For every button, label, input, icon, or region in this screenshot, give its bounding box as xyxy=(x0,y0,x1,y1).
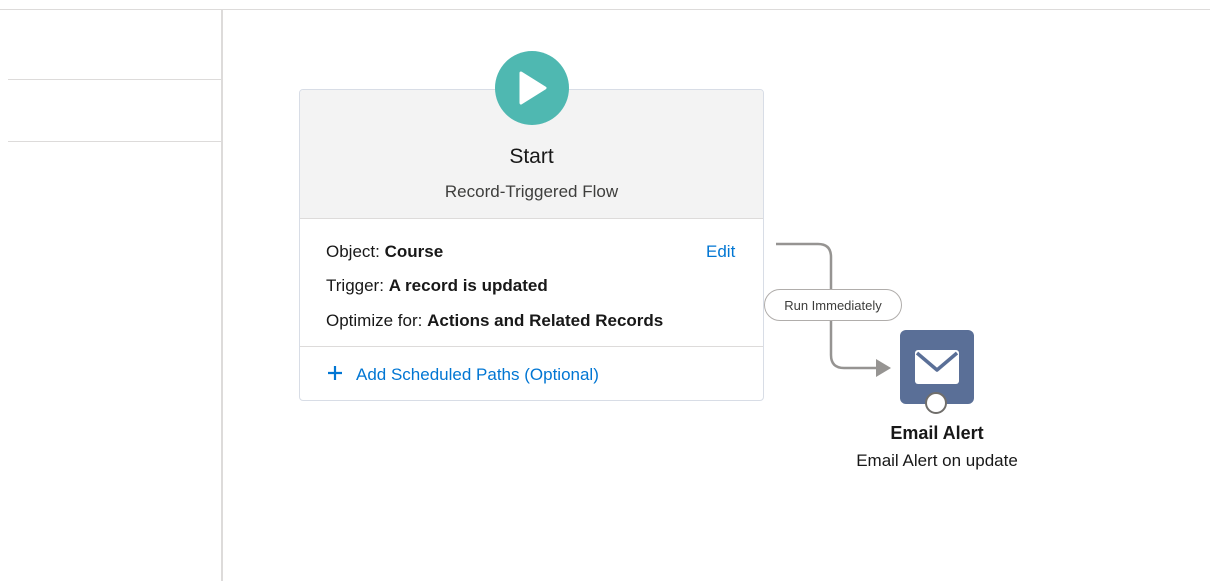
connector-arrowhead xyxy=(876,359,891,377)
start-node-subtitle: Record-Triggered Flow xyxy=(444,182,619,201)
email-node-connector-port[interactable] xyxy=(925,392,947,414)
object-value: Course xyxy=(384,242,444,261)
start-node-card[interactable]: Start Record-Triggered Flow Object: Cour… xyxy=(299,89,764,401)
email-alert-title: Email Alert xyxy=(890,423,984,443)
run-immediately-badge[interactable]: Run Immediately xyxy=(764,289,902,321)
optimize-detail: Optimize for: Actions and Related Record… xyxy=(326,311,663,331)
object-detail: Object: Course xyxy=(326,242,443,262)
edit-link[interactable]: Edit xyxy=(706,242,735,262)
start-play-icon xyxy=(495,51,569,125)
trigger-label: Trigger: xyxy=(326,276,384,295)
add-scheduled-paths-label: Add Scheduled Paths (Optional) xyxy=(356,364,599,384)
add-scheduled-paths-button[interactable]: Add Scheduled Paths (Optional) xyxy=(326,364,599,385)
plus-icon xyxy=(326,364,344,385)
trigger-detail: Trigger: A record is updated xyxy=(326,276,548,296)
object-label: Object: xyxy=(326,242,380,261)
start-node-title: Start xyxy=(509,145,554,168)
trigger-value: A record is updated xyxy=(388,276,548,295)
play-icon xyxy=(519,71,547,105)
email-alert-subtitle: Email Alert on update xyxy=(856,451,1018,470)
optimize-value: Actions and Related Records xyxy=(427,311,664,330)
envelope-icon xyxy=(915,350,959,384)
card-divider xyxy=(300,346,763,347)
optimize-label: Optimize for: xyxy=(326,311,423,330)
